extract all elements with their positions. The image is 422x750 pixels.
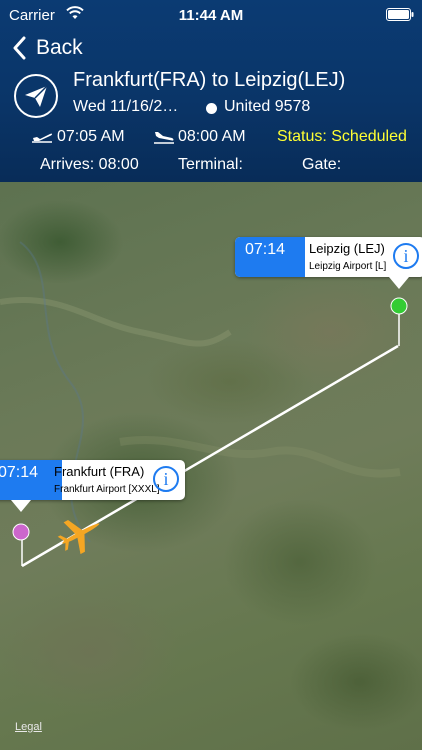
back-button[interactable]: Back bbox=[12, 34, 83, 62]
airplane-icon bbox=[57, 519, 100, 555]
destination-callout[interactable]: 07:14 Leipzig (LEJ) Leipzig Airport [L] … bbox=[235, 237, 422, 277]
origin-callout-time: 07:14 bbox=[0, 460, 62, 500]
gate-label: Gate: bbox=[302, 156, 342, 173]
clock: 11:44 AM bbox=[178, 7, 244, 24]
origin-pin-icon bbox=[12, 523, 30, 541]
destination-callout-time: 07:14 bbox=[235, 237, 305, 277]
status-bar: Carrier 11:44 AM bbox=[0, 0, 422, 30]
battery-icon bbox=[386, 8, 414, 21]
flight-date: Wed 11/16/2… bbox=[73, 98, 179, 115]
chevron-left-icon bbox=[13, 36, 26, 60]
legal-link[interactable]: Legal bbox=[15, 721, 42, 733]
origin-callout-tail bbox=[11, 500, 31, 512]
takeoff-icon bbox=[32, 133, 53, 143]
destination-info-button[interactable]: i bbox=[393, 243, 419, 269]
arrives-label: Arrives: 08:00 bbox=[40, 156, 139, 173]
origin-callout[interactable]: 07:14 Frankfurt (FRA) Frankfurt Airport … bbox=[0, 460, 185, 500]
destination-callout-airport: Leipzig Airport [L] bbox=[309, 261, 387, 272]
separator-dot-icon bbox=[206, 103, 217, 114]
satellite-map[interactable]: 07:14 Leipzig (LEJ) Leipzig Airport [L] … bbox=[0, 182, 422, 750]
flight-number: United 9578 bbox=[224, 98, 311, 115]
route-title: Frankfurt(FRA) to Leipzig(LEJ) bbox=[73, 69, 346, 91]
flight-status: Status: Scheduled bbox=[277, 128, 407, 145]
paper-plane-icon bbox=[14, 74, 58, 118]
destination-pin-icon bbox=[390, 297, 408, 315]
arrival-time: 08:00 AM bbox=[178, 128, 246, 145]
flight-header: Carrier 11:44 AM Back Frankfurt(FRA) to … bbox=[0, 0, 422, 182]
departure-time: 07:05 AM bbox=[57, 128, 125, 145]
origin-callout-name: Frankfurt (FRA) bbox=[54, 464, 145, 479]
landing-icon bbox=[154, 132, 174, 144]
destination-callout-name: Leipzig (LEJ) bbox=[309, 241, 385, 256]
terminal-label: Terminal: bbox=[178, 156, 243, 173]
destination-callout-tail bbox=[389, 277, 409, 289]
back-label: Back bbox=[36, 36, 83, 59]
origin-info-button[interactable]: i bbox=[153, 466, 179, 492]
origin-callout-airport: Frankfurt Airport [XXXL] bbox=[54, 484, 160, 495]
